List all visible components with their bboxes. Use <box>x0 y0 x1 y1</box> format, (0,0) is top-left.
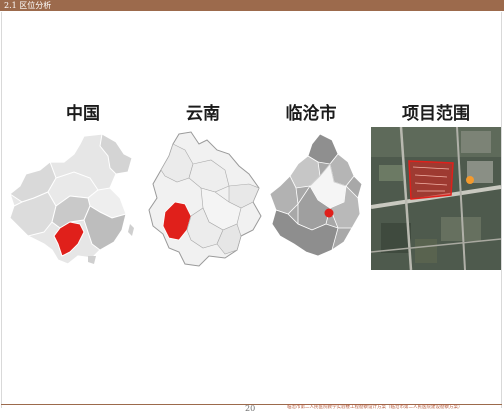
project-satellite-map <box>371 127 501 270</box>
section-header-bar: 2.1 区位分析 <box>0 0 504 11</box>
project-boundary <box>408 160 454 200</box>
taiwan-island <box>128 224 134 236</box>
china-map <box>9 133 134 265</box>
map-title-china: 中国 <box>66 104 100 124</box>
hainan-island <box>88 256 96 264</box>
map-title-project: 项目范围 <box>402 104 470 124</box>
city-location-marker <box>324 208 334 218</box>
footer-caption: 临沧市第二人民医院教学实验楼工程勘察设计方案（临沧市第二人民医院建设勘察方案） <box>287 405 463 410</box>
map-title-lincang: 临沧市 <box>285 104 337 124</box>
project-location-pin <box>466 176 474 184</box>
yunnan-map <box>148 131 262 267</box>
lincang-map <box>269 133 363 257</box>
section-title: 2.1 区位分析 <box>4 1 52 10</box>
page-number: 20 <box>245 404 256 413</box>
